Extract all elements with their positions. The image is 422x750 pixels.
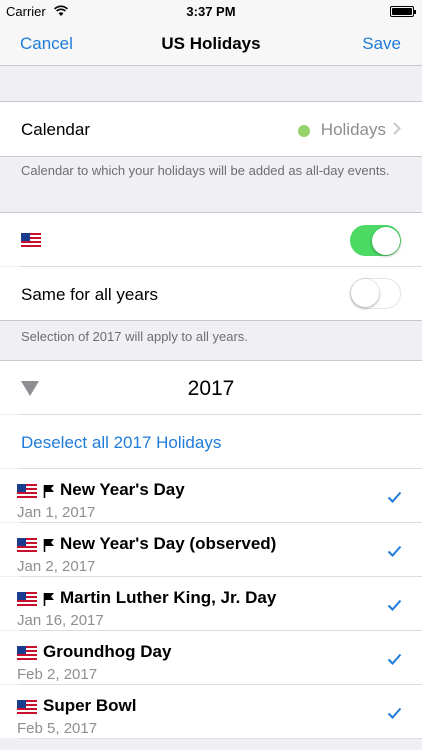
same-years-toggle[interactable] — [350, 278, 401, 309]
calendar-row[interactable]: Calendar Holidays — [0, 101, 422, 157]
calendar-label: Calendar — [21, 120, 90, 139]
holiday-name: New Year's Day (observed) — [60, 534, 277, 553]
calendar-footer: Calendar to which your holidays will be … — [21, 163, 390, 178]
toggle-knob — [371, 226, 400, 255]
holiday-row[interactable]: Super Bowl Feb 5, 2017 — [0, 685, 422, 738]
same-years-label: Same for all years — [21, 285, 158, 304]
us-flag-icon — [17, 591, 37, 606]
holiday-title: Groundhog Day — [17, 642, 171, 662]
battery-icon — [390, 6, 416, 17]
holiday-date: Jan 2, 2017 — [17, 558, 96, 575]
holiday-name: Martin Luther King, Jr. Day — [60, 588, 277, 607]
holiday-title: New Year's Day — [17, 480, 185, 500]
chevron-right-icon — [393, 122, 401, 135]
holiday-row[interactable]: Martin Luther King, Jr. Day Jan 16, 2017 — [0, 577, 422, 630]
holiday-date: Feb 5, 2017 — [17, 720, 98, 737]
checkmark-icon — [387, 653, 402, 665]
holiday-title: Martin Luther King, Jr. Day — [17, 588, 276, 608]
same-years-row: Same for all years — [0, 267, 422, 321]
checkmark-icon — [387, 707, 402, 719]
navigation-bar: Cancel US Holidays Save — [0, 22, 422, 66]
page-title: US Holidays — [161, 34, 261, 53]
calendar-value: Holidays — [320, 120, 386, 139]
country-toggle[interactable] — [350, 225, 401, 256]
flag-marker-icon — [43, 592, 54, 606]
toggle-knob — [351, 279, 379, 307]
holiday-row[interactable]: Groundhog Day Feb 2, 2017 — [0, 631, 422, 684]
holiday-title: Super Bowl — [17, 696, 137, 716]
holiday-name: Groundhog Day — [43, 642, 172, 661]
us-flag-icon — [17, 537, 37, 552]
deselect-row[interactable]: Deselect all 2017 Holidays — [0, 415, 422, 468]
calendar-color-dot — [298, 125, 310, 137]
year-row[interactable]: 2017 — [0, 360, 422, 414]
holiday-name: New Year's Day — [60, 480, 185, 499]
us-flag-icon — [21, 233, 41, 247]
holiday-date: Jan 16, 2017 — [17, 612, 104, 629]
holiday-date: Jan 1, 2017 — [17, 504, 96, 521]
us-flag-icon — [17, 645, 37, 660]
holiday-name: Super Bowl — [43, 696, 137, 715]
selection-note: Selection of 2017 will apply to all year… — [21, 329, 248, 344]
holiday-row[interactable]: New Year's Day Jan 1, 2017 — [0, 469, 422, 522]
flag-marker-icon — [43, 538, 54, 552]
holiday-title: New Year's Day (observed) — [17, 534, 276, 554]
clock: 3:37 PM — [186, 4, 236, 19]
checkmark-icon — [387, 545, 402, 557]
flag-marker-icon — [43, 484, 54, 498]
holiday-date: Feb 2, 2017 — [17, 666, 98, 683]
checkmark-icon — [387, 491, 402, 503]
us-flag-icon — [17, 699, 37, 714]
status-bar: Carrier 3:37 PM — [0, 0, 422, 22]
save-button[interactable]: Save — [362, 34, 401, 54]
deselect-all-link[interactable]: Deselect all 2017 Holidays — [21, 433, 221, 453]
holiday-row[interactable]: New Year's Day (observed) Jan 2, 2017 — [0, 523, 422, 576]
year-label: 2017 — [187, 377, 235, 400]
checkmark-icon — [387, 599, 402, 611]
divider — [20, 738, 422, 739]
us-flag-icon — [17, 483, 37, 498]
country-toggle-row — [0, 212, 422, 266]
